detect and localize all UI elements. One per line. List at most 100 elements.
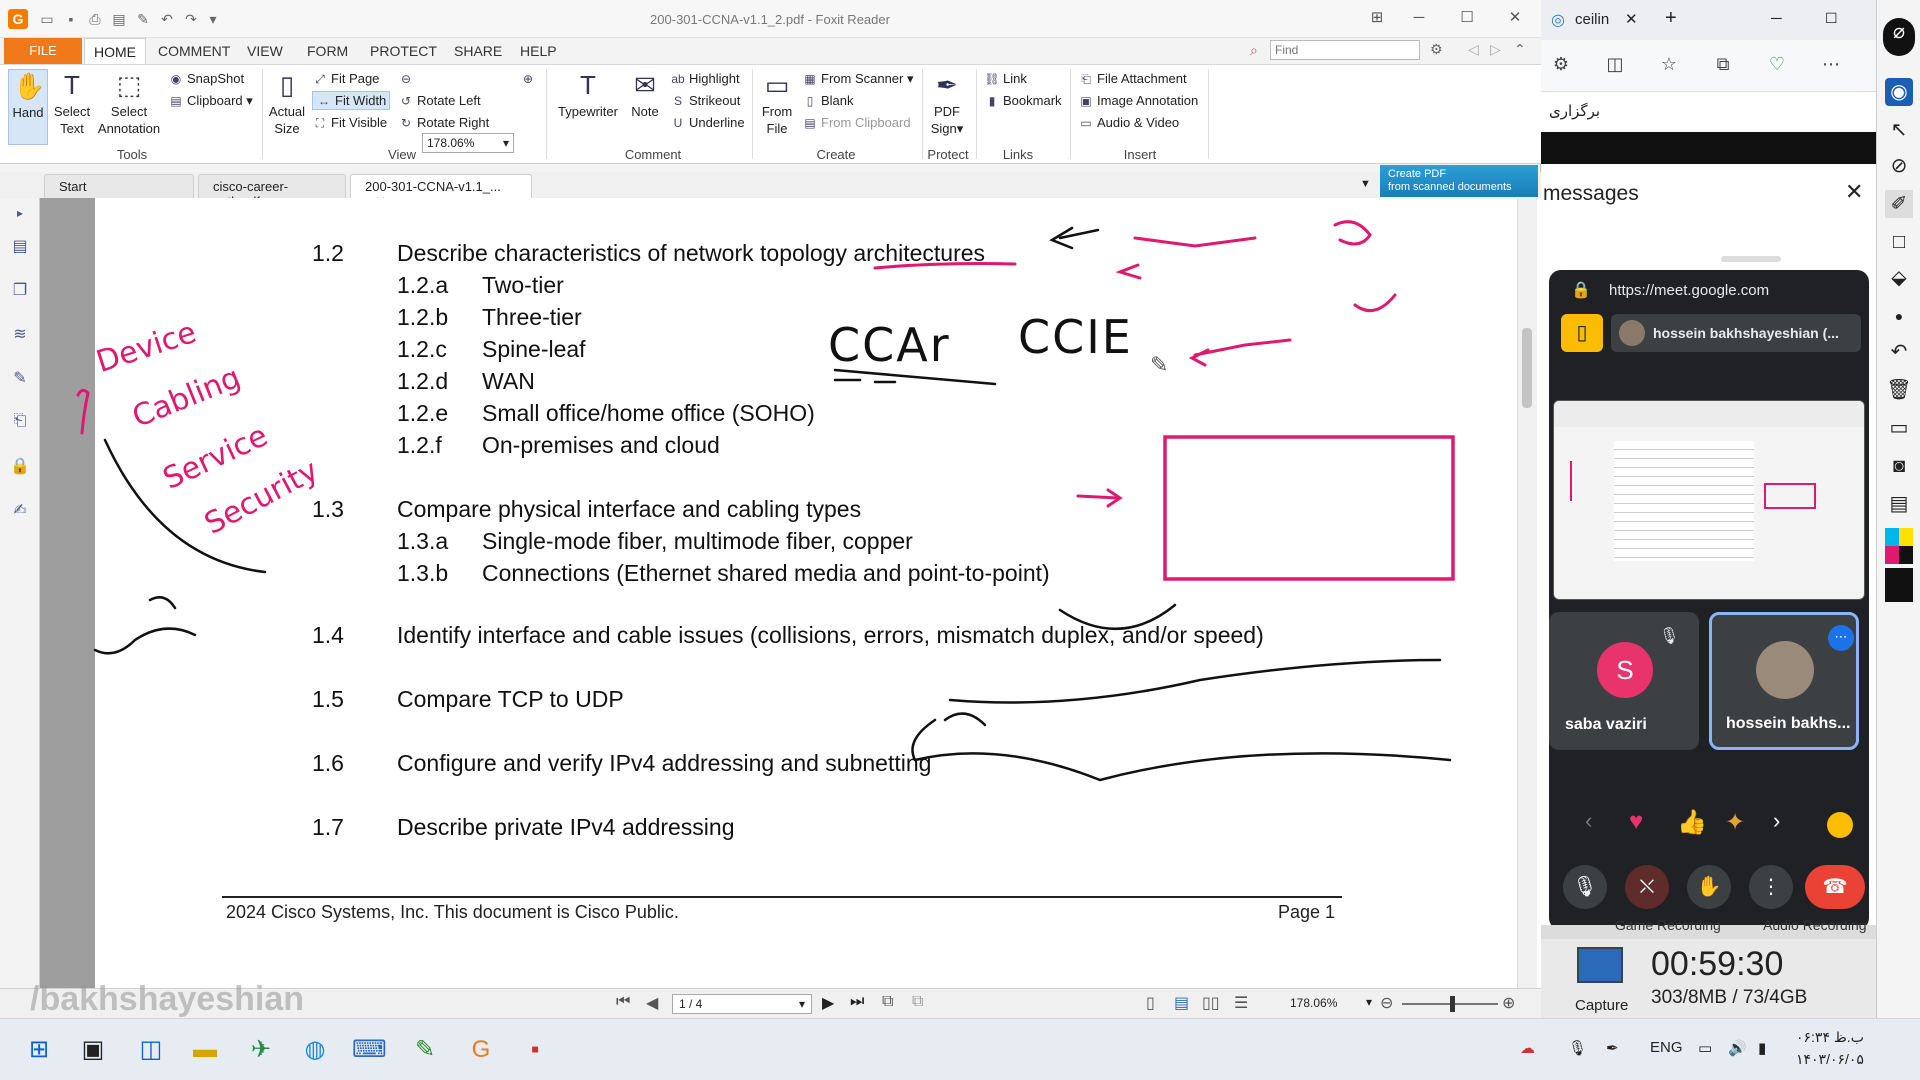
zoom-slider-thumb[interactable] (1450, 996, 1455, 1012)
reactions-next-icon[interactable]: › (1773, 808, 1780, 834)
browser-tab-title[interactable]: ceilin (1575, 11, 1609, 28)
volume-icon[interactable]: 🔊 (1728, 1039, 1747, 1057)
foxit-taskbar-icon[interactable]: G (464, 1033, 498, 1067)
battery-icon[interactable]: ▮ (1758, 1039, 1766, 1057)
thumbs-up-reaction-icon[interactable]: 👍 (1677, 808, 1707, 837)
raise-hand-button[interactable]: ✋ (1687, 865, 1731, 909)
board-icon[interactable]: ▭ (1885, 414, 1913, 442)
close-messages-icon[interactable]: ✕ (1845, 179, 1863, 205)
pen-tool-logo-icon[interactable]: ⌀ (1883, 18, 1915, 56)
camera-off-button[interactable]: ⛌ (1625, 865, 1669, 909)
monitor-icon[interactable] (1577, 947, 1623, 983)
dot-icon[interactable]: ● (1885, 302, 1913, 330)
zoom-in-status-icon[interactable]: ⊕ (1502, 993, 1515, 1013)
foxit-window: G ▭ ▪ ⎙ ▤ ✎ ↶ ↷ ▾ 200-301-CCNA-v1.1_2.pd… (0, 0, 1553, 1018)
trash-icon[interactable]: 🗑 (1885, 376, 1913, 404)
microphone-button[interactable]: 🎙 (1563, 865, 1607, 909)
favorites-icon[interactable]: ☆ (1657, 54, 1681, 78)
browser-maximize-button[interactable]: ☐ (1825, 10, 1838, 27)
file-explorer-icon[interactable]: ▬ (188, 1033, 222, 1067)
more-options-icon[interactable]: ⋯ (1828, 625, 1854, 651)
color-palette[interactable] (1885, 528, 1913, 564)
rectangle-tool-icon[interactable]: □ (1885, 228, 1913, 256)
color-black[interactable] (1899, 546, 1913, 564)
start-windows-icon[interactable]: ⊞ (22, 1033, 56, 1067)
clipboard-tool-icon[interactable]: ▤ (1885, 490, 1913, 518)
collections-icon[interactable]: ⧉ (1711, 54, 1735, 78)
extension-icon[interactable]: ⚙ (1549, 54, 1573, 78)
color-magenta[interactable] (1885, 546, 1899, 564)
zoom-out-status-icon[interactable]: ⊖ (1380, 993, 1393, 1013)
reactions-prev-icon[interactable]: ‹ (1585, 808, 1592, 834)
edge-browser-icon[interactable]: ◍ (298, 1033, 332, 1067)
continuous-facing-icon[interactable]: ☰ (1234, 993, 1248, 1013)
pen-tray-icon[interactable]: ✒ (1606, 1039, 1619, 1057)
emoji-skin-tone-icon[interactable] (1827, 812, 1853, 838)
split-screen-icon[interactable]: ◫ (1603, 54, 1627, 78)
last-page-icon[interactable]: ⏭ (850, 993, 864, 1011)
zoom-dropdown-icon[interactable]: ▾ (1366, 995, 1372, 1009)
channel-watermark: /bakhshayeshian (30, 980, 305, 1018)
first-page-icon[interactable]: ⏮ (616, 993, 630, 1011)
facing-page-icon[interactable]: ▯▯ (1202, 993, 1220, 1013)
participant-tile-hossein[interactable]: ⋯ hossein bakhs... (1709, 612, 1859, 750)
camera-snapshot-icon[interactable]: ◙ (1885, 452, 1913, 480)
display-icon[interactable]: ▭ (1698, 1039, 1712, 1057)
new-tab-icon[interactable]: + (1665, 7, 1677, 30)
color-yellow[interactable] (1899, 528, 1913, 546)
mic-tray-icon[interactable]: 🎙 (1568, 1039, 1587, 1057)
current-color-swatch[interactable] (1885, 568, 1913, 602)
highlighter-icon[interactable]: ✐ (1885, 190, 1913, 218)
next-view-icon[interactable]: ⧉ (912, 993, 923, 1011)
thumb-ribbon (1554, 401, 1864, 427)
capture-label[interactable]: Capture (1575, 997, 1628, 1014)
heart-reaction-icon[interactable]: ♥ (1629, 808, 1643, 836)
task-view-icon[interactable]: ▣ (76, 1033, 110, 1067)
more-actions-button[interactable]: ⋮ (1749, 865, 1793, 909)
ink-word-ccie: CCIE (1018, 310, 1133, 364)
clock-date[interactable]: ۱۴۰۳/۰۶/۰۵ (1796, 1051, 1864, 1068)
audio-recording-tab[interactable]: Audio Recording (1763, 917, 1867, 933)
taskbar: ⊞ ▣ ◫ ▬ ✈ ◍ ⌨ ✎ G ▪ ☁ 🎙 ✒ ENG ▭ 🔊 ▮ ۰۶:۳… (0, 1018, 1920, 1080)
app-icon[interactable]: ✈ (244, 1033, 278, 1067)
participant-name: hossein bakhs... (1726, 715, 1851, 732)
more-options-icon[interactable]: ⋯ (1819, 54, 1843, 78)
onedrive-icon[interactable]: ☁ (1520, 1039, 1535, 1057)
paint-icon[interactable]: ✎ (408, 1033, 442, 1067)
presentation-icon[interactable]: ▯ (1561, 314, 1603, 352)
single-page-icon[interactable]: ▯ (1146, 993, 1155, 1013)
language-indicator[interactable]: ENG (1650, 1039, 1683, 1056)
color-cyan[interactable] (1885, 528, 1899, 546)
close-browser-tab-icon[interactable]: ✕ (1625, 10, 1638, 28)
browser-health-icon[interactable]: ♡ (1765, 54, 1789, 78)
zoom-percentage[interactable]: 178.06% (1290, 996, 1337, 1010)
party-reaction-icon[interactable]: ✦ (1725, 808, 1745, 837)
page-number-input[interactable]: 1 / 4 ▾ (672, 994, 812, 1014)
spotlight-icon[interactable]: ⊘ (1885, 152, 1913, 180)
leave-call-button[interactable]: ☎ (1805, 865, 1865, 909)
clock-time[interactable]: ۰۶:۳۴ ب.ظ (1796, 1029, 1864, 1046)
messages-panel: messages ✕ (1541, 164, 1876, 264)
ccar-underline (833, 368, 997, 386)
presenter-chip[interactable]: hossein bakhshayeshian (... (1611, 314, 1861, 352)
scroll-indicator (1721, 256, 1781, 262)
screen-recorder-panel: Game Recording Audio Recording Capture 0… (1541, 917, 1876, 1018)
browser-minimize-button[interactable]: ─ (1771, 10, 1782, 27)
widgets-icon[interactable]: ◫ (134, 1033, 168, 1067)
browser-window: ◎ ceilin ✕ + ─ ☐ ⚙ ◫ ☆ ⧉ ♡ ⋯ برگزاری mes… (1541, 0, 1876, 1018)
remote-desktop-icon[interactable]: ⌨ (352, 1033, 387, 1067)
next-page-icon[interactable]: ▶ (822, 993, 834, 1013)
prev-page-icon[interactable]: ◀ (646, 993, 658, 1013)
undo-ink-icon[interactable]: ↶ (1885, 338, 1913, 366)
cursor-icon[interactable]: ↖ (1885, 116, 1913, 144)
game-recording-tab[interactable]: Game Recording (1615, 917, 1721, 933)
scrollbar-thumb[interactable] (1522, 328, 1532, 408)
eye-icon[interactable]: ◉ (1885, 78, 1913, 106)
vertical-scrollbar[interactable] (1517, 198, 1537, 988)
recorder-taskbar-icon[interactable]: ▪ (518, 1033, 552, 1067)
continuous-page-icon[interactable]: ▤ (1174, 993, 1189, 1013)
underline-architectures-stroke (873, 262, 1017, 270)
participant-tile-saba[interactable]: S 🎙 saba vaziri (1549, 612, 1699, 750)
eraser-icon[interactable]: ⬙ (1885, 264, 1913, 292)
prev-view-icon[interactable]: ⧉ (882, 993, 893, 1011)
